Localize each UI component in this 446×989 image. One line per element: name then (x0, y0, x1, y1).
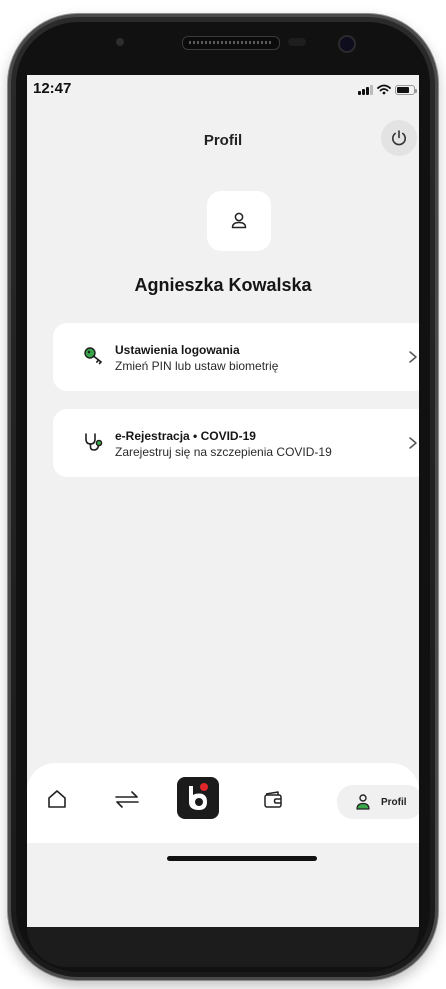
nav-home[interactable] (41, 779, 73, 819)
chevron-right-icon (405, 347, 419, 367)
avatar (207, 191, 271, 251)
app-screen: 12:47 Profil Agnieszka Kowalska Ustawien… (27, 75, 419, 927)
status-time: 12:47 (33, 80, 72, 97)
nav-profile-label: Profil (381, 796, 407, 808)
home-icon (48, 790, 66, 808)
menu-item-subtitle: Zmień PIN lub ustaw biometrię (115, 359, 279, 373)
front-sensor-dot (116, 38, 124, 46)
wifi-icon (377, 84, 391, 95)
nav-wallet[interactable] (257, 779, 289, 819)
blik-icon (189, 783, 208, 810)
status-bar: 12:47 (27, 75, 419, 105)
chevron-right-icon (405, 433, 419, 453)
nav-profile[interactable]: Profil (337, 785, 419, 819)
home-indicator[interactable] (167, 856, 317, 861)
menu-item-title: e-Rejestracja • COVID-19 (115, 429, 256, 443)
stethoscope-icon (83, 431, 105, 453)
wallet-icon (264, 791, 282, 808)
proximity-sensor (288, 38, 306, 46)
user-icon (231, 212, 247, 229)
bottom-navigation: Profil (27, 763, 419, 843)
nav-blik[interactable] (177, 777, 219, 819)
power-icon (392, 130, 406, 146)
status-icons (358, 84, 417, 95)
page-title: Profil (203, 132, 243, 149)
nav-transfers[interactable] (107, 779, 147, 819)
earpiece-speaker (182, 36, 280, 50)
menu-item-covid-registration[interactable]: e-Rejestracja • COVID-19 Zarejestruj się… (53, 409, 419, 477)
key-icon (83, 345, 105, 367)
menu-item-subtitle: Zarejestruj się na szczepienia COVID-19 (115, 445, 332, 459)
menu-item-login-settings[interactable]: Ustawienia logowania Zmień PIN lub ustaw… (53, 323, 419, 391)
battery-icon (395, 84, 417, 95)
phone-chin (27, 927, 419, 967)
profile-icon (356, 794, 370, 810)
user-name: Agnieszka Kowalska (134, 275, 312, 295)
transfer-arrows-icon (115, 791, 139, 808)
logout-button[interactable] (381, 120, 417, 156)
cellular-signal-icon (358, 84, 373, 95)
menu-item-title: Ustawienia logowania (115, 343, 240, 357)
front-camera (338, 35, 356, 53)
